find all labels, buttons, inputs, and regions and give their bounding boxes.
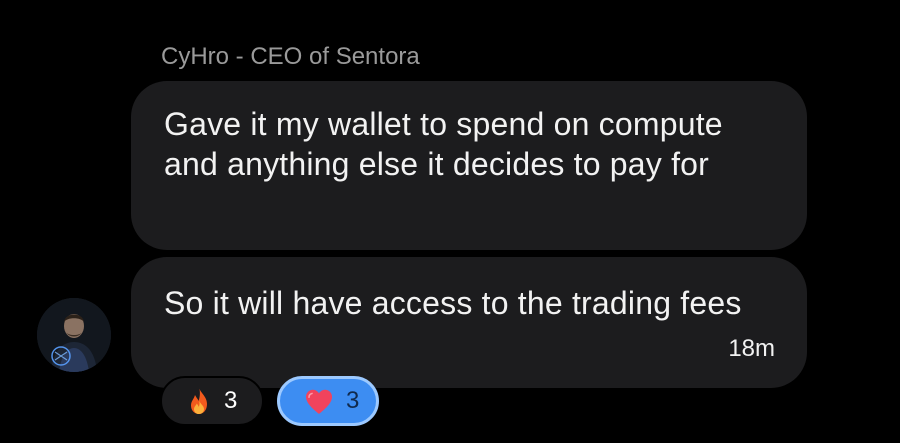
message-text: Gave it my wallet to spend on compute an… — [164, 106, 723, 182]
message-bubble[interactable]: Gave it my wallet to spend on compute an… — [131, 81, 807, 250]
message-text: So it will have access to the trading fe… — [164, 285, 742, 321]
sender-name: CyHro - CEO of Sentora — [161, 43, 420, 70]
message-bubble[interactable]: So it will have access to the trading fe… — [131, 257, 807, 388]
message-timestamp: 18m — [728, 335, 775, 362]
avatar[interactable] — [37, 298, 111, 372]
reaction-fire[interactable]: 3 — [160, 376, 264, 426]
reaction-count: 3 — [346, 387, 360, 414]
heart-icon — [304, 388, 334, 415]
reaction-count: 3 — [224, 387, 238, 414]
reaction-heart[interactable]: 3 — [277, 376, 379, 426]
avatar-image — [37, 298, 111, 372]
fire-icon — [186, 386, 212, 416]
